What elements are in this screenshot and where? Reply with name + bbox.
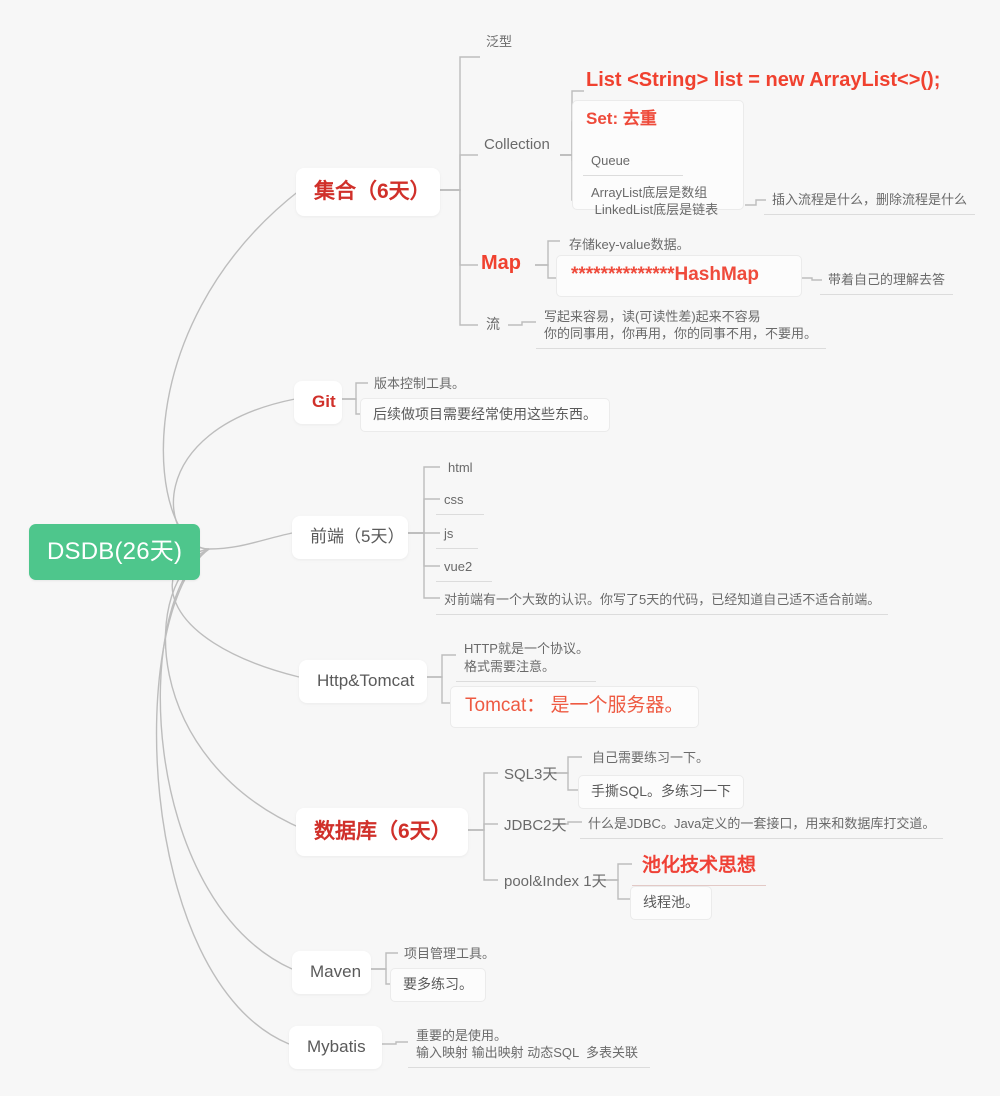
node-list-declaration[interactable]: List <String> list = new ArrayList<>(); — [586, 67, 940, 94]
node-pool-note-box[interactable]: 线程池。 — [630, 886, 712, 920]
branch-node-mybatis[interactable]: Mybatis — [289, 1026, 382, 1069]
node-set[interactable]: Set: 去重 — [586, 108, 657, 131]
node-linkedlist-impl[interactable]: LinkedList底层是链表 — [583, 197, 743, 225]
link-db-pool — [468, 829, 498, 881]
link-git-desc — [342, 382, 368, 400]
branch-node-frontend[interactable]: 前端（5天） — [292, 516, 408, 559]
link-stream-note — [508, 321, 536, 326]
link-mybatis-note — [382, 1041, 408, 1045]
link-collection-collection — [440, 154, 478, 191]
node-frontend-css[interactable]: css — [436, 488, 484, 515]
node-tomcat-desc[interactable]: Tomcat： 是一个服务器。 — [450, 686, 699, 728]
node-map[interactable]: Map — [481, 250, 521, 277]
link-db-sql — [468, 772, 498, 831]
link-root-maven — [159, 548, 293, 970]
node-pool-note-top[interactable]: 池化技术思想 — [632, 850, 767, 886]
link-http-line — [427, 654, 456, 678]
node-generic[interactable]: 泛型 — [478, 30, 520, 56]
link-maven-desc — [371, 952, 398, 970]
node-frontend-html[interactable]: html — [440, 456, 481, 482]
node-frontend-js[interactable]: js — [436, 522, 478, 549]
node-stream[interactable]: 流 — [478, 312, 508, 339]
node-hashmap[interactable]: **************HashMap — [556, 255, 802, 297]
node-pool-index[interactable]: pool&Index 1天 — [496, 869, 615, 897]
link-root-database — [164, 548, 306, 831]
node-stream-line2[interactable]: 你的同事用，你再用，你的同事不用，不要用。 — [536, 322, 826, 349]
link-root-mybatis — [155, 548, 290, 1045]
node-frontend-vue2[interactable]: vue2 — [436, 555, 492, 582]
branch-node-maven[interactable]: Maven — [292, 951, 371, 994]
branch-node-http-tomcat[interactable]: Http&Tomcat — [299, 660, 427, 703]
node-mybatis-line2[interactable]: 输入映射 输出映射 动态SQL 多表关联 — [408, 1041, 650, 1068]
node-maven-note[interactable]: 要多练习。 — [390, 968, 486, 1002]
node-collection[interactable]: Collection — [476, 132, 558, 160]
node-queue[interactable]: Queue — [583, 149, 683, 176]
node-sql-note-top[interactable]: 自己需要练习一下。 — [584, 746, 717, 772]
link-db-jdbc — [468, 823, 498, 831]
node-frontend-summary[interactable]: 对前端有一个大致的认识。你写了5天的代码，已经知道自己适不适合前端。 — [436, 588, 889, 615]
branch-node-git[interactable]: Git — [294, 381, 342, 424]
link-collection-generic — [440, 56, 480, 191]
node-sql-note-box[interactable]: 手撕SQL。多练习一下 — [578, 775, 745, 809]
node-maven-desc[interactable]: 项目管理工具。 — [396, 942, 503, 968]
link-impl-note — [745, 199, 766, 206]
node-git-note[interactable]: 后续做项目需要经常使用这些东西。 — [360, 398, 610, 432]
branch-node-collection[interactable]: 集合（6天） — [296, 168, 440, 217]
branch-node-database[interactable]: 数据库（6天） — [296, 808, 468, 857]
node-git-desc[interactable]: 版本控制工具。 — [366, 372, 473, 398]
node-jdbc-note[interactable]: 什么是JDBC。Java定义的一套接口，用来和数据库打交道。 — [580, 812, 944, 839]
root-node-dsdb[interactable]: DSDB(26天) — [29, 524, 201, 581]
node-impl-note[interactable]: 插入流程是什么，删除流程是什么 — [764, 188, 976, 215]
node-hashmap-note[interactable]: 带着自己的理解去答 — [820, 268, 954, 295]
node-sql[interactable]: SQL3天 — [496, 762, 565, 790]
link-collection-stream — [440, 189, 478, 326]
link-collection-map — [440, 189, 478, 266]
link-root-frontend — [208, 532, 293, 550]
link-root-collection — [162, 189, 301, 550]
node-http-line2[interactable]: 格式需要注意。 — [456, 655, 596, 682]
mindmap-canvas: DSDB(26天) 集合（6天） 泛型 Collection List <Str… — [0, 0, 1000, 1096]
node-jdbc[interactable]: JDBC2天 — [496, 813, 575, 841]
link-map-hashmap-note — [800, 277, 822, 281]
